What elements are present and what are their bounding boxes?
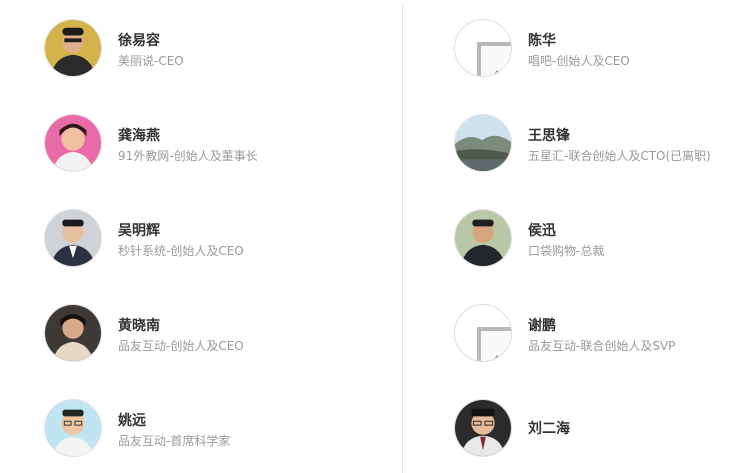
person-card[interactable]: 陈华 唱吧-创始人及CEO — [454, 19, 744, 79]
person-card[interactable]: 徐易容 美丽说-CEO — [44, 19, 384, 79]
person-card[interactable]: 侯迅 口袋购物-总裁 — [454, 209, 744, 269]
person-title: 口袋购物-总裁 — [528, 244, 605, 258]
person-card[interactable]: 黄晓南 品友互动-创始人及CEO — [44, 304, 384, 364]
person-photo-icon[interactable] — [454, 399, 512, 457]
person-name: 陈华 — [528, 33, 556, 49]
person-title: 品友互动-联合创始人及SVP — [528, 339, 676, 353]
person-title: 五星汇-联合创始人及CTO(已离职) — [528, 149, 711, 163]
person-photo-icon[interactable] — [44, 304, 102, 362]
person-name: 吴明辉 — [118, 223, 160, 239]
person-photo-icon[interactable] — [44, 19, 102, 77]
right-column: 陈华 唱吧-创始人及CEO 王思锋 五星汇-联合创始人及CTO(已离职) 侯迅 … — [372, 0, 744, 473]
person-name: 王思锋 — [528, 128, 570, 144]
person-card[interactable]: 姚远 品友互动-首席科学家 — [44, 399, 384, 459]
left-column: 徐易容 美丽说-CEO 龚海燕 91外教网-创始人及董事长 吴明辉 秒针系统-创… — [0, 0, 372, 473]
person-title: 美丽说-CEO — [118, 54, 184, 68]
person-title: 91外教网-创始人及董事长 — [118, 149, 258, 163]
broken-image-icon[interactable] — [454, 304, 512, 362]
person-card[interactable]: 谢鹏 品友互动-联合创始人及SVP — [454, 304, 744, 364]
person-photo-icon[interactable] — [44, 399, 102, 457]
person-photo-icon[interactable] — [44, 114, 102, 172]
person-name: 刘二海 — [528, 421, 570, 437]
person-card[interactable]: 吴明辉 秒针系统-创始人及CEO — [44, 209, 384, 269]
person-title: 唱吧-创始人及CEO — [528, 54, 630, 68]
person-name: 侯迅 — [528, 223, 556, 239]
landscape-photo-icon[interactable] — [454, 114, 512, 172]
person-name: 黄晓南 — [118, 318, 160, 334]
person-name: 谢鹏 — [528, 318, 556, 334]
person-card[interactable]: 龚海燕 91外教网-创始人及董事长 — [44, 114, 384, 174]
person-photo-icon[interactable] — [454, 209, 512, 267]
person-name: 姚远 — [118, 413, 146, 429]
person-card[interactable]: 王思锋 五星汇-联合创始人及CTO(已离职) — [454, 114, 744, 174]
person-name: 龚海燕 — [118, 128, 160, 144]
person-name: 徐易容 — [118, 33, 160, 49]
person-photo-icon[interactable] — [44, 209, 102, 267]
person-title: 品友互动-创始人及CEO — [118, 339, 244, 353]
person-title: 品友互动-首席科学家 — [118, 434, 231, 448]
broken-image-icon[interactable] — [454, 19, 512, 77]
person-card[interactable]: 刘二海 — [454, 399, 744, 459]
person-title: 秒针系统-创始人及CEO — [118, 244, 244, 258]
